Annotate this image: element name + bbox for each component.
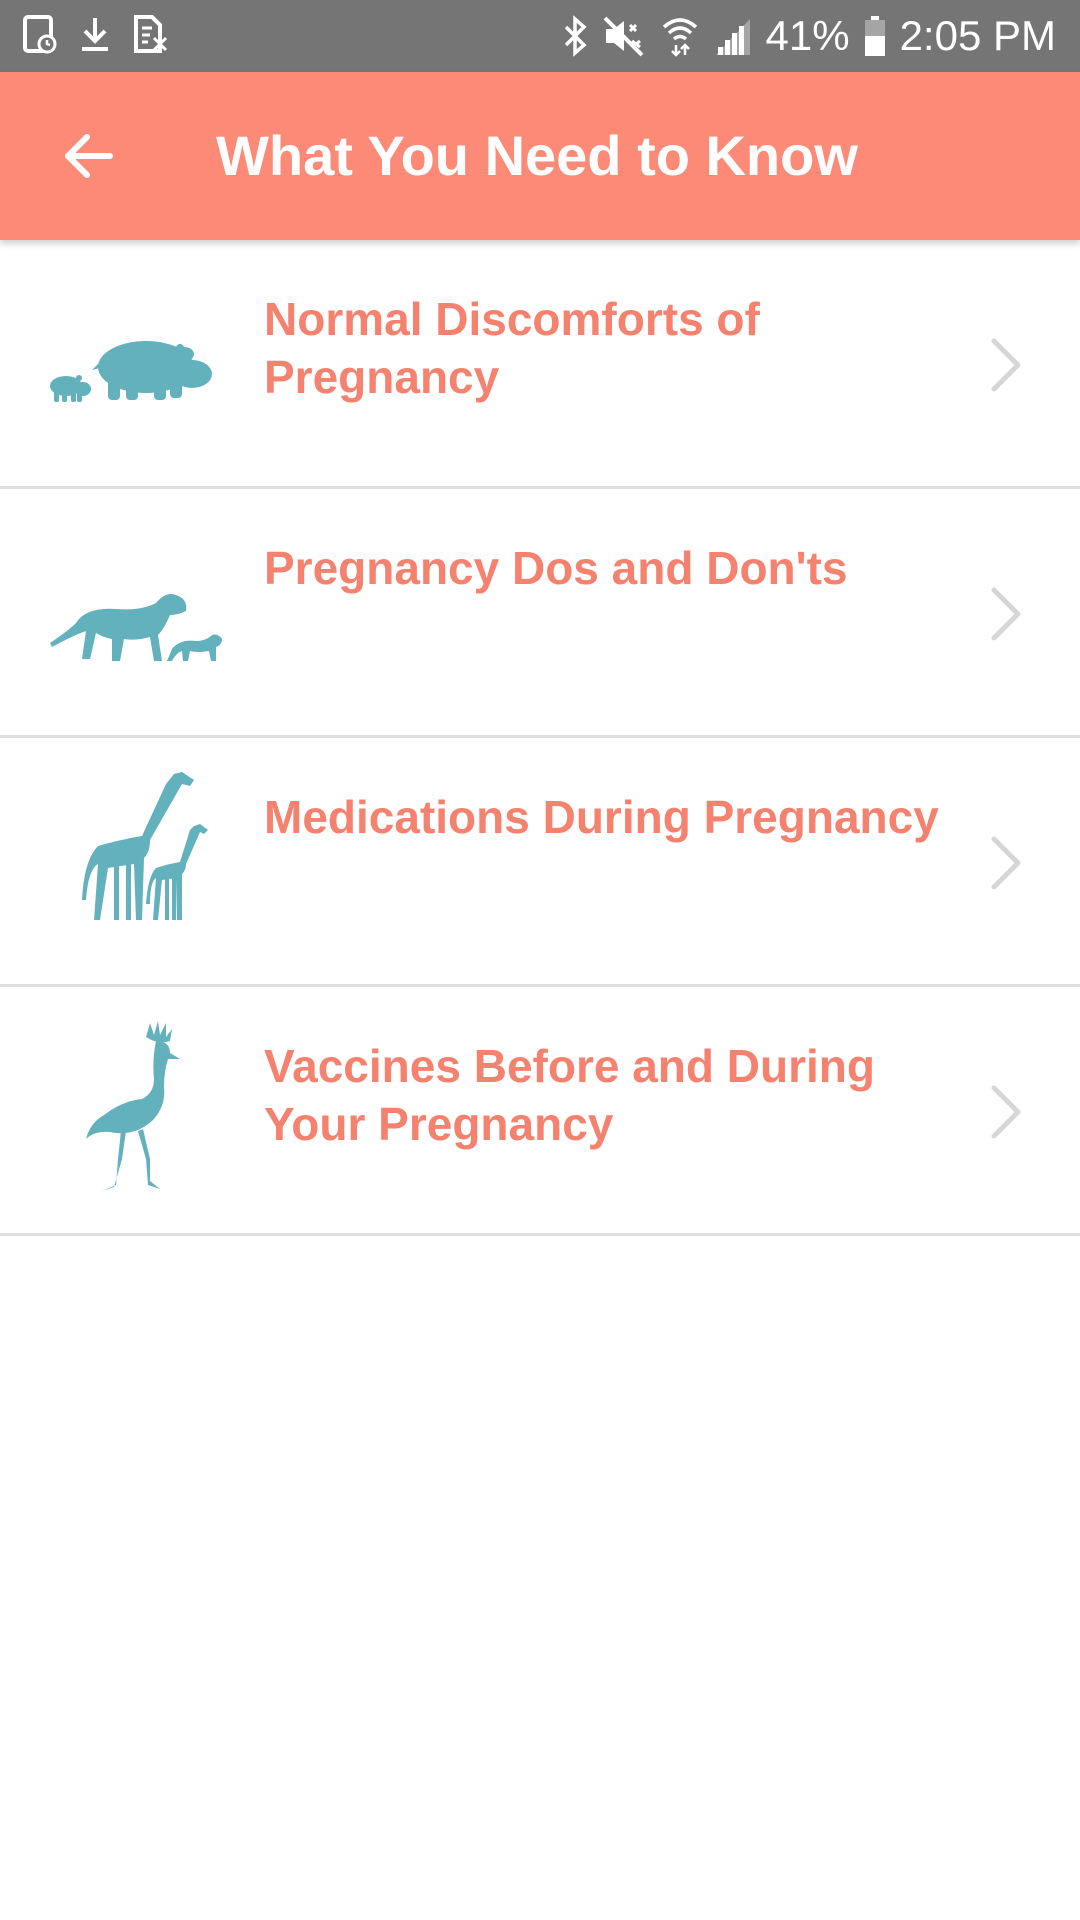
list-item-label: Medications During Pregnancy (264, 791, 939, 843)
lion-icon (50, 594, 222, 661)
chevron-right-icon (991, 587, 1021, 641)
topic-list: Normal Discomforts of Pregnancy Pregnanc… (0, 240, 1080, 1236)
list-item-label: Pregnancy Dos and Don'ts (264, 542, 848, 594)
mute-icon (603, 16, 643, 57)
battery-icon (864, 16, 885, 56)
list-item-medications[interactable]: Medications During Pregnancy (0, 738, 1080, 987)
status-bar-left (22, 14, 168, 54)
chevron-right-icon (991, 836, 1021, 890)
chevron-right-icon (991, 338, 1021, 392)
list-item-dos-and-donts[interactable]: Pregnancy Dos and Don'ts (0, 489, 1080, 738)
battery-percent: 41% (765, 12, 850, 59)
list-item-label: Vaccines Before and During Your Pregnanc… (264, 1040, 875, 1150)
arrow-left-icon (65, 134, 113, 178)
clock: 2:05 PM (899, 12, 1056, 59)
app-bar: What You Need to Know (0, 72, 1080, 240)
giraffe-icon (82, 772, 208, 920)
download-icon (82, 18, 108, 51)
chevron-right-icon (991, 1085, 1021, 1139)
status-bar-right: 41% 2:05 PM (562, 8, 1056, 64)
screenshot-icon (23, 15, 57, 54)
back-button[interactable] (40, 108, 136, 204)
crane-icon (86, 1021, 180, 1191)
list-item-label: Normal Discomforts of Pregnancy (264, 293, 760, 403)
status-bar: 41% 2:05 PM (0, 0, 1080, 72)
sim-off-icon (134, 15, 168, 53)
hippo-icon (50, 341, 212, 402)
list-item-normal-discomforts[interactable]: Normal Discomforts of Pregnancy (0, 240, 1080, 489)
page-title: What You Need to Know (216, 124, 858, 187)
signal-icon (715, 19, 750, 55)
list-item-vaccines[interactable]: Vaccines Before and During Your Pregnanc… (0, 987, 1080, 1236)
bluetooth-icon (564, 15, 587, 57)
wifi-icon (662, 18, 697, 57)
